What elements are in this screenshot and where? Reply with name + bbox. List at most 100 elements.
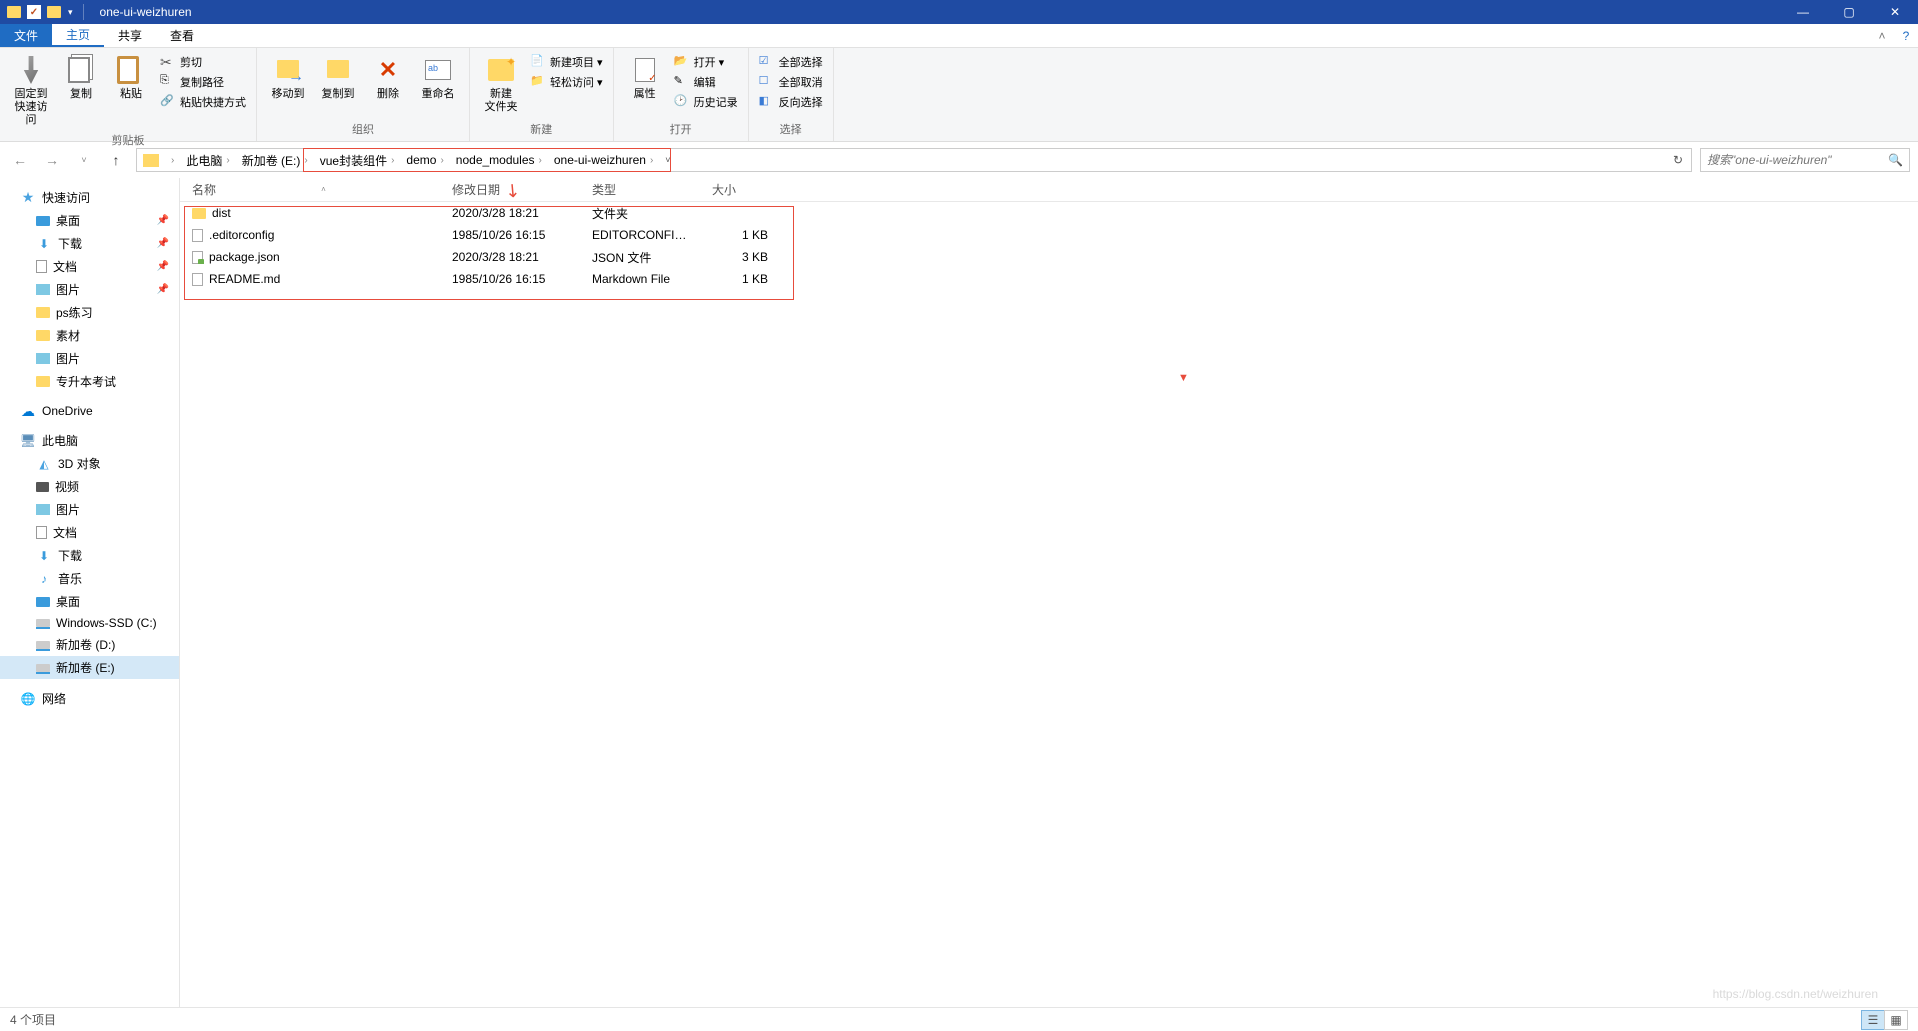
sidebar-onedrive[interactable]: ☁OneDrive <box>0 401 179 421</box>
sidebar-item[interactable]: 专升本考试 <box>0 370 179 393</box>
sidebar-item[interactable]: 视频 <box>0 475 179 498</box>
folder-icon <box>192 208 206 219</box>
select-none-button[interactable]: ☐全部取消 <box>755 72 827 92</box>
sidebar-item[interactable]: 桌面 <box>0 590 179 613</box>
sidebar-item[interactable]: 桌面📌 <box>0 209 179 232</box>
address-bar[interactable]: › 此电脑›新加卷 (E:)›vue封装组件›demo›node_modules… <box>136 148 1692 172</box>
search-icon[interactable]: 🔍 <box>1888 153 1903 167</box>
col-name[interactable]: 名称˄ <box>180 178 440 201</box>
cloud-icon: ☁ <box>20 404 36 418</box>
tab-view[interactable]: 查看 <box>156 24 208 47</box>
breadcrumb-item[interactable]: vue封装组件› <box>316 152 403 169</box>
address-dropdown-icon[interactable]: ˅ <box>661 155 674 165</box>
open-button[interactable]: 📂打开 ▾ <box>670 52 742 72</box>
breadcrumb-chevron[interactable]: › <box>163 155 182 166</box>
breadcrumb-item[interactable]: demo› <box>402 153 451 167</box>
sidebar-item[interactable]: Windows-SSD (C:) <box>0 613 179 633</box>
crumb-label: 新加卷 (E:) <box>242 152 301 169</box>
recent-dropdown-icon[interactable]: ˅ <box>72 148 96 172</box>
new-item-button[interactable]: 📄新建项目 ▾ <box>526 52 607 72</box>
chevron-right-icon: › <box>387 155 398 166</box>
edit-button[interactable]: ✎编辑 <box>670 72 742 92</box>
json-icon <box>192 251 203 264</box>
cell-size: 3 KB <box>700 250 780 264</box>
invert-selection-button[interactable]: ◧反向选择 <box>755 92 827 112</box>
rename-button[interactable]: 重命名 <box>413 52 463 103</box>
back-button[interactable]: ← <box>8 148 32 172</box>
sidebar-item[interactable]: 新加卷 (E:) <box>0 656 179 679</box>
copy-button[interactable]: 复制 <box>56 52 106 103</box>
help-icon[interactable]: ? <box>1894 24 1918 47</box>
group-label: 新建 <box>476 119 607 139</box>
sidebar-item[interactable]: 新加卷 (D:) <box>0 633 179 656</box>
col-type[interactable]: 类型 <box>580 178 700 201</box>
sidebar-item[interactable]: 素材 <box>0 324 179 347</box>
select-all-button[interactable]: ☑全部选择 <box>755 52 827 72</box>
sidebar-item[interactable]: ♪音乐 <box>0 567 179 590</box>
sidebar-quick-access[interactable]: ★快速访问 <box>0 186 179 209</box>
up-button[interactable]: ↑ <box>104 148 128 172</box>
sidebar-item-label: 专升本考试 <box>56 373 116 390</box>
pc-icon: 🖥 <box>20 434 36 448</box>
sidebar-item[interactable]: 文档 <box>0 521 179 544</box>
qat-dropdown-icon[interactable]: ▾ <box>66 7 75 18</box>
file-name: README.md <box>209 272 280 286</box>
table-row[interactable]: package.json2020/3/28 18:21JSON 文件3 KB <box>180 246 1918 268</box>
delete-button[interactable]: ✕删除 <box>363 52 413 103</box>
paste-shortcut-button[interactable]: 🔗粘贴快捷方式 <box>156 92 250 112</box>
file-icon <box>192 229 203 242</box>
tab-home[interactable]: 主页 <box>52 24 104 47</box>
refresh-button[interactable]: ↻ <box>1667 153 1689 167</box>
sidebar-item[interactable]: 文档📌 <box>0 255 179 278</box>
icons-view-button[interactable]: ▦ <box>1884 1010 1908 1030</box>
moveto-button[interactable]: →移动到 <box>263 52 313 103</box>
paste-button[interactable]: 粘贴 <box>106 52 156 103</box>
properties-icon[interactable]: ✓ <box>26 4 42 20</box>
new-folder-button[interactable]: 新建 文件夹 <box>476 52 526 116</box>
breadcrumb-item[interactable]: one-ui-weizhuren› <box>550 153 661 167</box>
pin-quick-access-button[interactable]: 固定到 快速访问 <box>6 52 56 130</box>
sidebar-network[interactable]: 🌐网络 <box>0 687 179 710</box>
maximize-button[interactable]: ▢ <box>1826 0 1872 24</box>
download-icon: ⬇ <box>36 549 52 563</box>
folder-icon <box>6 4 22 20</box>
table-row[interactable]: .editorconfig1985/10/26 16:15EDITORCONFI… <box>180 224 1918 246</box>
desktop-icon <box>36 597 50 607</box>
sidebar-item[interactable]: ps练习 <box>0 301 179 324</box>
details-view-button[interactable]: ☰ <box>1861 1010 1885 1030</box>
sidebar-item[interactable]: 图片 <box>0 347 179 370</box>
breadcrumb-item[interactable]: 此电脑› <box>182 152 237 169</box>
minimize-button[interactable]: — <box>1780 0 1826 24</box>
table-row[interactable]: README.md1985/10/26 16:15Markdown File1 … <box>180 268 1918 290</box>
search-box[interactable]: 🔍 <box>1700 148 1910 172</box>
close-button[interactable]: ✕ <box>1872 0 1918 24</box>
selectall-label: 全部选择 <box>779 54 823 70</box>
group-label: 剪贴板 <box>6 130 250 150</box>
sidebar-item-label: 图片 <box>56 281 80 298</box>
sidebar-item[interactable]: ⬇下载 <box>0 544 179 567</box>
col-size[interactable]: 大小 <box>700 178 780 201</box>
history-button[interactable]: 🕑历史记录 <box>670 92 742 112</box>
breadcrumb-item[interactable]: node_modules› <box>452 153 550 167</box>
collapse-ribbon-icon[interactable]: ˄ <box>1870 24 1894 47</box>
forward-button[interactable]: → <box>40 148 64 172</box>
table-row[interactable]: dist2020/3/28 18:21文件夹 <box>180 202 1918 224</box>
tab-share[interactable]: 共享 <box>104 24 156 47</box>
cut-button[interactable]: ✂剪切 <box>156 52 250 72</box>
copyto-button[interactable]: 复制到 <box>313 52 363 103</box>
sidebar-item[interactable]: ◭3D 对象 <box>0 452 179 475</box>
crumb-label: node_modules <box>456 153 535 167</box>
sidebar-item[interactable]: ⬇下载📌 <box>0 232 179 255</box>
crumb-label: demo <box>406 153 436 167</box>
col-modified[interactable]: 修改日期 <box>440 178 580 201</box>
properties-button[interactable]: 属性 <box>620 52 670 103</box>
sidebar-item[interactable]: 图片 <box>0 498 179 521</box>
breadcrumb-item[interactable]: 新加卷 (E:)› <box>238 152 316 169</box>
easy-access-button[interactable]: 📁轻松访问 ▾ <box>526 72 607 92</box>
sidebar-thispc[interactable]: 🖥此电脑 <box>0 429 179 452</box>
copy-path-button[interactable]: ⎘复制路径 <box>156 72 250 92</box>
tab-file[interactable]: 文件 <box>0 24 52 47</box>
sidebar-item[interactable]: 图片📌 <box>0 278 179 301</box>
search-input[interactable] <box>1707 153 1888 167</box>
pin-label: 固定到 快速访问 <box>10 88 52 128</box>
